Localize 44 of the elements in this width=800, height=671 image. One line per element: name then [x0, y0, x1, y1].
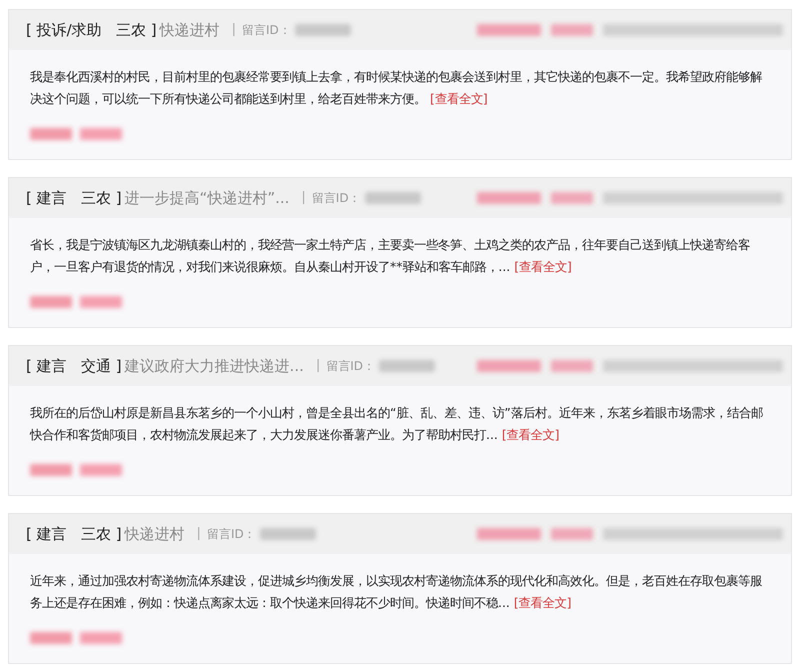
blurred-text [80, 296, 122, 308]
blurred-text [379, 360, 436, 372]
blurred-text [477, 528, 541, 540]
separator: | [301, 189, 306, 208]
blurred-text [294, 24, 351, 36]
post-excerpt: 近年来，通过加强农村寄递物流体系建设，促进城乡均衡发展，以实现农村寄递物流体系的现代化和高效化。但是，老百姓在存取包裹等服务上还是存在困难，例如：快递点离家太远：取个快递来回得花不少时间。快递时间不稳... [查看全文] [30, 572, 763, 612]
blurred-text [477, 360, 541, 372]
category-label: [ 投诉/求助 三农 ] [26, 20, 157, 41]
blurred-text [551, 528, 593, 540]
blurred-text [80, 128, 122, 140]
id-label: 留言ID： [326, 358, 376, 375]
post-title-link[interactable]: 快递进村 [160, 18, 220, 42]
post-excerpt: 我所在的后岱山村原是新昌县东茗乡的一个小山村，曾是全县出名的“脏、乱、差、违、访”落后村。近年来，东茗乡着眼市场需求，结合邮快合作和客货邮项目，农村物流发展起来了，大力发展迷你番薯产业。为了帮助村民打... [查看全文] [30, 404, 764, 444]
blurred-text [30, 632, 72, 644]
separator: | [232, 21, 236, 40]
id-label: 留言ID： [312, 190, 361, 207]
blurred-text [477, 192, 541, 204]
blurred-text [260, 528, 316, 540]
blurred-text [30, 464, 72, 476]
post-excerpt: 我是奉化西溪村的村民，目前村里的包裹经常要到镇上去拿，有时候某快递的包裹会送到村里，其它快递的包裹不一定。我希望政府能够解决这个问题，可以统一下所有快递公司都能送到村里，给老百姓带来方便。 [查看全文] [30, 68, 763, 108]
blurred-text [80, 464, 122, 476]
blurred-text [364, 192, 421, 204]
id-label: 留言ID： [242, 22, 291, 39]
blurred-text [30, 128, 72, 140]
category-label: [ 建言 交通 ] [26, 356, 122, 377]
category-label: [ 建言 三农 ] [26, 188, 122, 209]
category-label: [ 建言 三农 ] [26, 524, 122, 545]
post-title-link[interactable]: 建议政府大力推进快递进... [124, 354, 304, 378]
separator: | [316, 357, 320, 376]
view-full-link[interactable]: [查看全文] [514, 595, 572, 610]
blurred-text [30, 296, 72, 308]
blurred-text [80, 632, 122, 644]
blurred-text [477, 24, 541, 36]
blurred-text [551, 360, 593, 372]
id-label: 留言ID： [206, 526, 256, 543]
blurred-text [551, 24, 593, 36]
separator: | [196, 525, 201, 544]
view-full-link[interactable]: [查看全文] [514, 259, 572, 274]
post-title-link[interactable]: 进一步提高“快递进村”... [124, 186, 290, 210]
post-excerpt: 省长，我是宁波镇海区九龙湖镇秦山村的，我经营一家土特产店，主要卖一些冬笋、土鸡之类的农产品，往年要自己送到镇上快递寄给客户，一旦客户有退货的情况，对我们来说很麻烦。自从秦山村开设了**驿站和客车邮路，... [查看全文] [30, 236, 751, 276]
post-title-link[interactable]: 快递进村 [124, 522, 185, 546]
blurred-text [551, 192, 593, 204]
view-full-link[interactable]: [查看全文] [430, 91, 488, 106]
view-full-link[interactable]: [查看全文] [502, 427, 560, 442]
